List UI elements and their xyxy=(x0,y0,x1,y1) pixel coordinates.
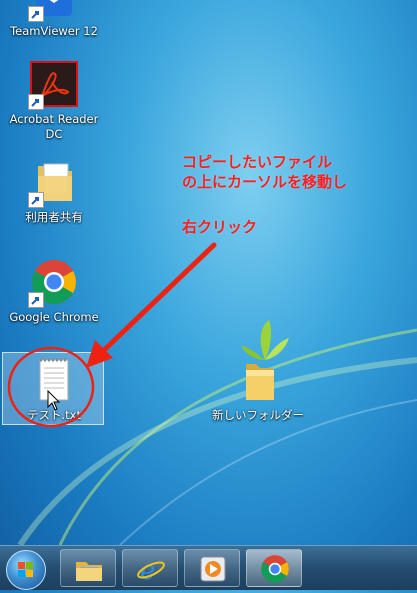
windows-logo-icon xyxy=(18,562,33,577)
start-button[interactable] xyxy=(6,550,46,590)
taskbar-internet-explorer-button[interactable]: e xyxy=(122,549,178,587)
taskbar-explorer-button[interactable] xyxy=(60,549,116,587)
explorer-icon xyxy=(76,562,102,581)
annotation-arrow xyxy=(86,242,217,368)
internet-explorer-icon: e xyxy=(137,556,165,584)
media-player-icon xyxy=(200,556,226,582)
taskbar-chrome-button[interactable] xyxy=(246,549,302,587)
chrome-icon xyxy=(261,555,289,583)
taskbar-media-player-button[interactable] xyxy=(184,549,240,587)
taskbar: e xyxy=(0,545,417,590)
